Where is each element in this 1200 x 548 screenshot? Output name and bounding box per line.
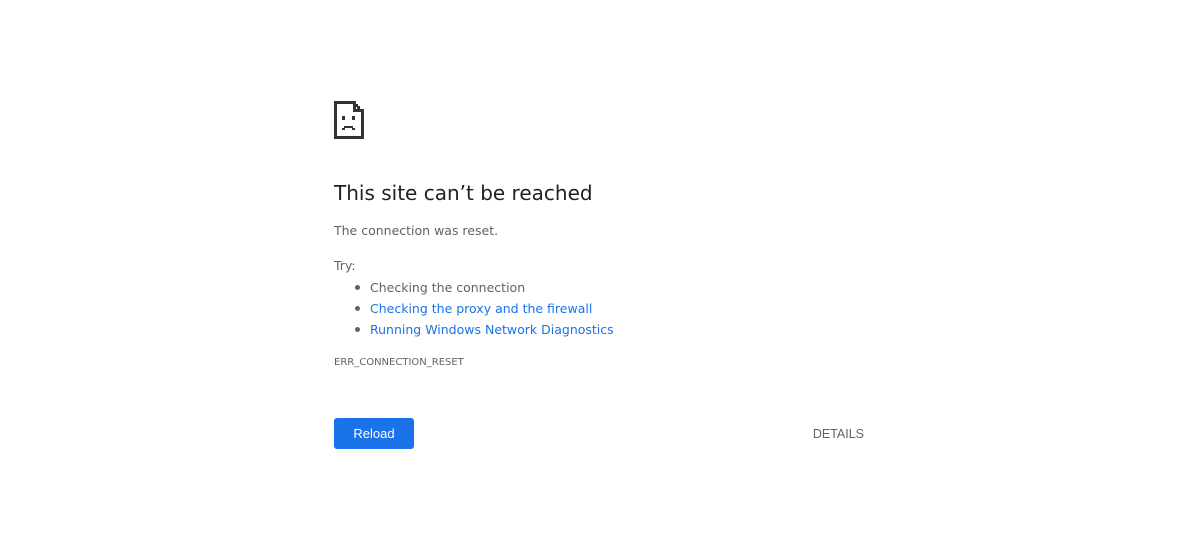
bullet <box>355 285 360 290</box>
proxy-firewall-link[interactable]: Checking the proxy and the firewall <box>370 301 592 316</box>
suggestion-item-connection: Checking the connection <box>355 277 614 298</box>
bullet <box>355 306 360 311</box>
suggestion-text: Checking the connection <box>370 280 526 295</box>
network-diagnostics-link[interactable]: Running Windows Network Diagnostics <box>370 322 614 337</box>
sad-page-icon <box>334 101 364 139</box>
bullet <box>355 327 360 332</box>
error-container: This site can’t be reached The connectio… <box>334 101 864 449</box>
details-button[interactable]: DETAILS <box>794 418 864 449</box>
suggestions-list: Checking the connection Checking the pro… <box>334 277 614 340</box>
suggestion-item-diagnostics: Running Windows Network Diagnostics <box>355 319 614 340</box>
error-code: ERR_CONNECTION_RESET <box>334 357 464 368</box>
error-reason: The connection was reset. <box>334 223 499 238</box>
reload-button[interactable]: Reload <box>334 418 414 449</box>
error-title: This site can’t be reached <box>334 181 593 205</box>
try-label: Try: <box>334 258 356 273</box>
suggestion-item-proxy: Checking the proxy and the firewall <box>355 298 614 319</box>
